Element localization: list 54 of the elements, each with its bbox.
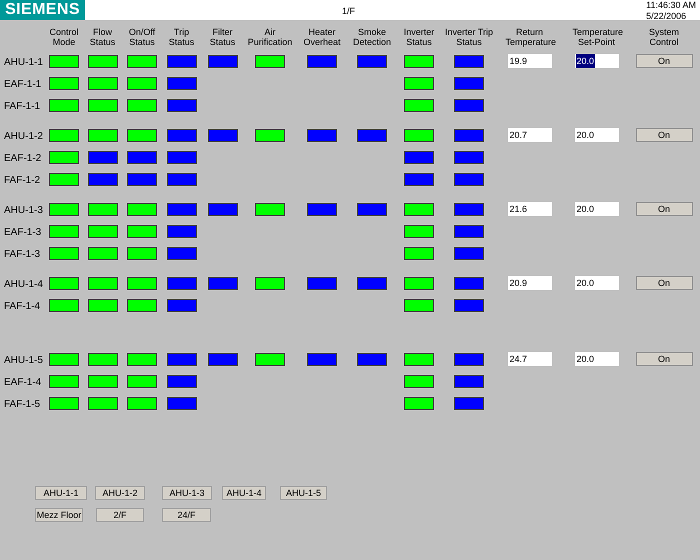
column-header: Inverter Status	[402, 27, 436, 47]
temperature-field: 20.9	[508, 276, 552, 290]
setpoint-field[interactable]: 20.0	[574, 54, 618, 68]
system-control-button[interactable]: On	[636, 54, 692, 68]
unit-label: AHU-1-5	[4, 355, 43, 366]
unit-label: AHU-1-2	[4, 131, 43, 142]
column-header: Temperature Set-Point	[572, 27, 620, 47]
column-header: Smoke Detection	[352, 27, 392, 47]
unit-label: EAF-1-2	[4, 153, 42, 164]
unit-label: FAF-1-2	[4, 175, 40, 186]
unit-label: FAF-1-5	[4, 399, 40, 410]
temperature-field: 24.7	[508, 352, 552, 366]
column-header: Inverter Trip Status	[445, 27, 493, 47]
floor-label: 1/F	[342, 5, 356, 18]
clock-date: 5/22/2006	[646, 11, 686, 22]
unit-label: FAF-1-4	[4, 301, 40, 312]
navigation-button[interactable]: AHU-1-1	[35, 486, 87, 500]
system-control-button[interactable]: On	[636, 202, 692, 216]
navigation-button[interactable]: Mezz Floor	[35, 508, 83, 522]
column-header: Flow Status	[88, 27, 116, 47]
navigation-button[interactable]: 24/F	[162, 508, 211, 522]
logo: SIEMENS	[0, 0, 85, 20]
setpoint-field[interactable]: 20.0	[574, 276, 618, 290]
unit-label: EAF-1-4	[4, 377, 42, 388]
navigation-button[interactable]: AHU-1-5	[280, 486, 327, 500]
navigation-button[interactable]: AHU-1-2	[95, 486, 145, 500]
unit-label: FAF-1-1	[4, 101, 40, 112]
column-header: Filter Status	[208, 27, 236, 47]
setpoint-field[interactable]: 20.0	[574, 202, 618, 216]
column-header: Control Mode	[48, 27, 80, 47]
column-header: Air Purification	[246, 27, 294, 47]
setpoint-field[interactable]: 20.0	[574, 352, 618, 366]
system-control-button[interactable]: On	[636, 352, 692, 366]
setpoint-field[interactable]: 20.0	[574, 128, 618, 142]
column-header: System Control	[648, 27, 680, 47]
temperature-field: 21.6	[508, 202, 552, 216]
temperature-field: 20.7	[508, 128, 552, 142]
clock-time: 11:46:30 AM	[646, 0, 696, 11]
navigation-button[interactable]: AHU-1-3	[162, 486, 212, 500]
system-control-button[interactable]: On	[636, 128, 692, 142]
temperature-field: 19.9	[508, 54, 552, 68]
unit-label: AHU-1-3	[4, 205, 43, 216]
unit-label: EAF-1-1	[4, 79, 42, 90]
unit-label: AHU-1-1	[4, 57, 43, 68]
unit-label: AHU-1-4	[4, 279, 43, 290]
unit-label: EAF-1-3	[4, 227, 42, 238]
navigation-button[interactable]: 2/F	[96, 508, 144, 522]
unit-label: FAF-1-3	[4, 249, 40, 260]
system-control-button[interactable]: On	[636, 276, 692, 290]
column-header: Return Temperature	[506, 27, 554, 47]
navigation-button[interactable]: AHU-1-4	[222, 486, 266, 500]
column-header: On/Off Status	[128, 27, 156, 47]
column-header: Heater Overheat	[302, 27, 342, 47]
column-header: Trip Status	[168, 27, 196, 47]
